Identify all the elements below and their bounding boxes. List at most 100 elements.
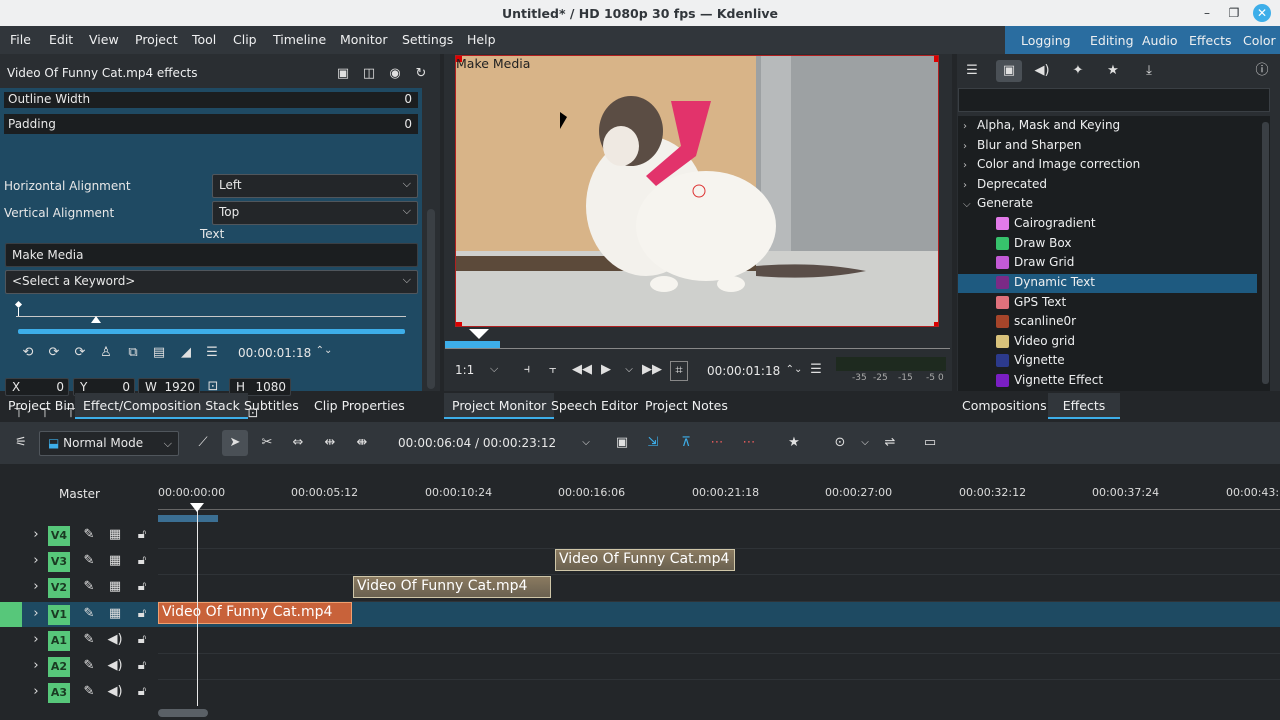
selection-tool-icon[interactable]: ➤ (222, 430, 248, 456)
tab-compositions[interactable]: Compositions (954, 393, 1055, 419)
chevron-down-icon[interactable]: ⌵ (963, 199, 971, 210)
expand-icon[interactable]: › (27, 683, 45, 701)
monitor-menu-icon[interactable]: ☰ (807, 361, 825, 379)
speaker-icon[interactable]: ◀) (106, 657, 124, 675)
tab-project-notes[interactable]: Project Notes (637, 393, 736, 419)
effect-draw-grid[interactable]: Draw Grid (1014, 255, 1074, 269)
compare-icon[interactable]: ◫ (360, 65, 378, 83)
lock-icon[interactable]: 🔓︎ (133, 657, 151, 675)
padding-row[interactable]: Padding 0 (4, 114, 418, 134)
set-zone-in-icon[interactable]: ⫞ (518, 361, 536, 379)
download-icon[interactable]: ⤓ (1140, 62, 1158, 80)
layout-effects[interactable]: Effects (1189, 33, 1232, 48)
close-icon[interactable]: ✕ (1253, 4, 1271, 22)
save-effect-icon[interactable]: ▣ (334, 65, 352, 83)
menu-file[interactable]: File (10, 32, 31, 47)
keyframe-marker[interactable] (14, 300, 23, 309)
extract-icon[interactable]: ⋯ (708, 434, 726, 452)
menu-clip[interactable]: Clip (233, 32, 257, 47)
slip-tool-icon[interactable]: ⇼ (353, 434, 371, 452)
speaker-icon[interactable]: ◀) (106, 683, 124, 701)
audio-filter-icon[interactable]: ◀) (1033, 62, 1051, 80)
effect-scanline0r[interactable]: scanline0r (1014, 314, 1076, 328)
track-a3[interactable]: › A3 ✎ ◀) 🔓︎ (0, 680, 158, 706)
razor-sync-icon[interactable]: ⟋ (194, 434, 212, 452)
effects-icon[interactable]: ✎ (80, 526, 98, 544)
effects-icon[interactable]: ✎ (80, 552, 98, 570)
insert-icon[interactable]: ⇲ (644, 434, 662, 452)
track-label[interactable]: A3 (48, 683, 70, 703)
favorite-effect-icon[interactable]: ★ (785, 434, 803, 452)
info-icon[interactable]: ⓘ (1253, 62, 1271, 80)
tab-speech-editor[interactable]: Speech Editor (543, 393, 646, 419)
effect-video-grid[interactable]: Video grid (1014, 334, 1075, 348)
keyframe-ruler[interactable] (14, 300, 406, 326)
expand-icon[interactable]: › (27, 657, 45, 675)
effects-icon[interactable]: ✎ (80, 657, 98, 675)
effects-icon[interactable]: ✎ (80, 578, 98, 596)
playhead-marker[interactable] (91, 316, 101, 323)
scrollbar[interactable] (427, 209, 435, 389)
tab-subtitles[interactable]: Subtitles (236, 393, 307, 419)
effects-icon[interactable]: ✎ (80, 605, 98, 623)
chevron-right-icon[interactable]: › (963, 180, 967, 191)
effect-vignette-effect[interactable]: Vignette Effect (1014, 373, 1103, 387)
crop-icon[interactable]: ⌗ (670, 361, 688, 381)
track-v3[interactable]: › V3 ✎ ▦ 🔓︎ (0, 549, 158, 575)
lock-icon[interactable]: 🔓︎ (133, 605, 151, 623)
expand-icon[interactable]: › (27, 526, 45, 544)
track-label[interactable]: V4 (48, 526, 70, 546)
effect-cairogradient[interactable]: Cairogradient (1014, 216, 1096, 230)
layout-audio[interactable]: Audio (1142, 33, 1178, 48)
effect-dynamic-text[interactable]: Dynamic Text (1014, 275, 1095, 289)
timeline-scrollbar[interactable] (158, 709, 208, 717)
razor-tool-icon[interactable]: ✂ (258, 434, 276, 452)
speaker-icon[interactable]: ◀) (106, 631, 124, 649)
tab-project-bin[interactable]: Project Bin (0, 393, 83, 419)
play-icon[interactable]: ▶ (597, 361, 615, 379)
chevron-down-icon[interactable]: ⌵ (856, 434, 874, 452)
chevron-down-icon[interactable]: ⌵ (577, 434, 595, 452)
monitor-timecode[interactable]: 00:00:01:18 (707, 364, 780, 378)
lock-icon[interactable]: 🔓︎ (133, 552, 151, 570)
menu-edit[interactable]: Edit (49, 32, 73, 47)
category-deprecated[interactable]: Deprecated (977, 177, 1047, 191)
custom-effects-icon[interactable]: ✦ (1069, 62, 1087, 80)
lock-icon[interactable]: 🔓︎ (133, 683, 151, 701)
rewind-icon[interactable]: ◀◀ (572, 361, 592, 379)
expand-icon[interactable]: › (27, 631, 45, 649)
menu-timeline[interactable]: Timeline (273, 32, 326, 47)
timeline-playhead[interactable] (197, 510, 198, 706)
maximize-icon[interactable]: ❐ (1225, 4, 1243, 22)
track-label[interactable]: A1 (48, 631, 70, 651)
monitor-playhead[interactable] (469, 329, 489, 339)
outline-width-row[interactable]: Outline Width 0 (4, 92, 418, 108)
timeline-clip-v2[interactable]: Video Of Funny Cat.mp4 (353, 576, 551, 598)
chevron-right-icon[interactable]: › (963, 141, 967, 152)
tab-project-monitor[interactable]: Project Monitor (444, 393, 555, 419)
eye-icon[interactable]: ◉ (386, 65, 404, 83)
effects-scrollbar[interactable] (1262, 122, 1269, 384)
spin-icon[interactable]: ⌃⌄ (315, 342, 333, 360)
menu-view[interactable]: View (89, 32, 119, 47)
lock-icon[interactable]: 🔓︎ (133, 631, 151, 649)
monitor-ruler[interactable] (445, 329, 950, 351)
monitor-view[interactable]: Make Media (455, 55, 939, 327)
category-generate[interactable]: Generate (977, 196, 1033, 210)
add-keyframe-icon[interactable]: ⟳ (45, 344, 63, 362)
v-align-select[interactable]: Top ⌵ (212, 201, 418, 225)
play-options-icon[interactable]: ⌵ (620, 361, 638, 379)
effect-draw-box[interactable]: Draw Box (1014, 236, 1071, 250)
edit-mode-select[interactable]: ⬓ Normal Mode ⌵ (39, 431, 179, 456)
menu-tool[interactable]: Tool (192, 32, 216, 47)
expand-icon[interactable]: › (27, 578, 45, 596)
split-view-icon[interactable]: ▣ (613, 434, 631, 452)
film-icon[interactable]: ▦ (106, 526, 124, 544)
track-v2[interactable]: › V2 ✎ ▦ 🔓︎ (0, 575, 158, 601)
timeline-settings-icon[interactable]: ⚟ (12, 434, 30, 452)
effects-icon[interactable]: ✎ (80, 631, 98, 649)
track-a1[interactable]: › A1 ✎ ◀) 🔓︎ (0, 628, 158, 654)
layout-color[interactable]: Color (1243, 33, 1276, 48)
menu-help[interactable]: Help (467, 32, 496, 47)
film-icon[interactable]: ▦ (106, 605, 124, 623)
